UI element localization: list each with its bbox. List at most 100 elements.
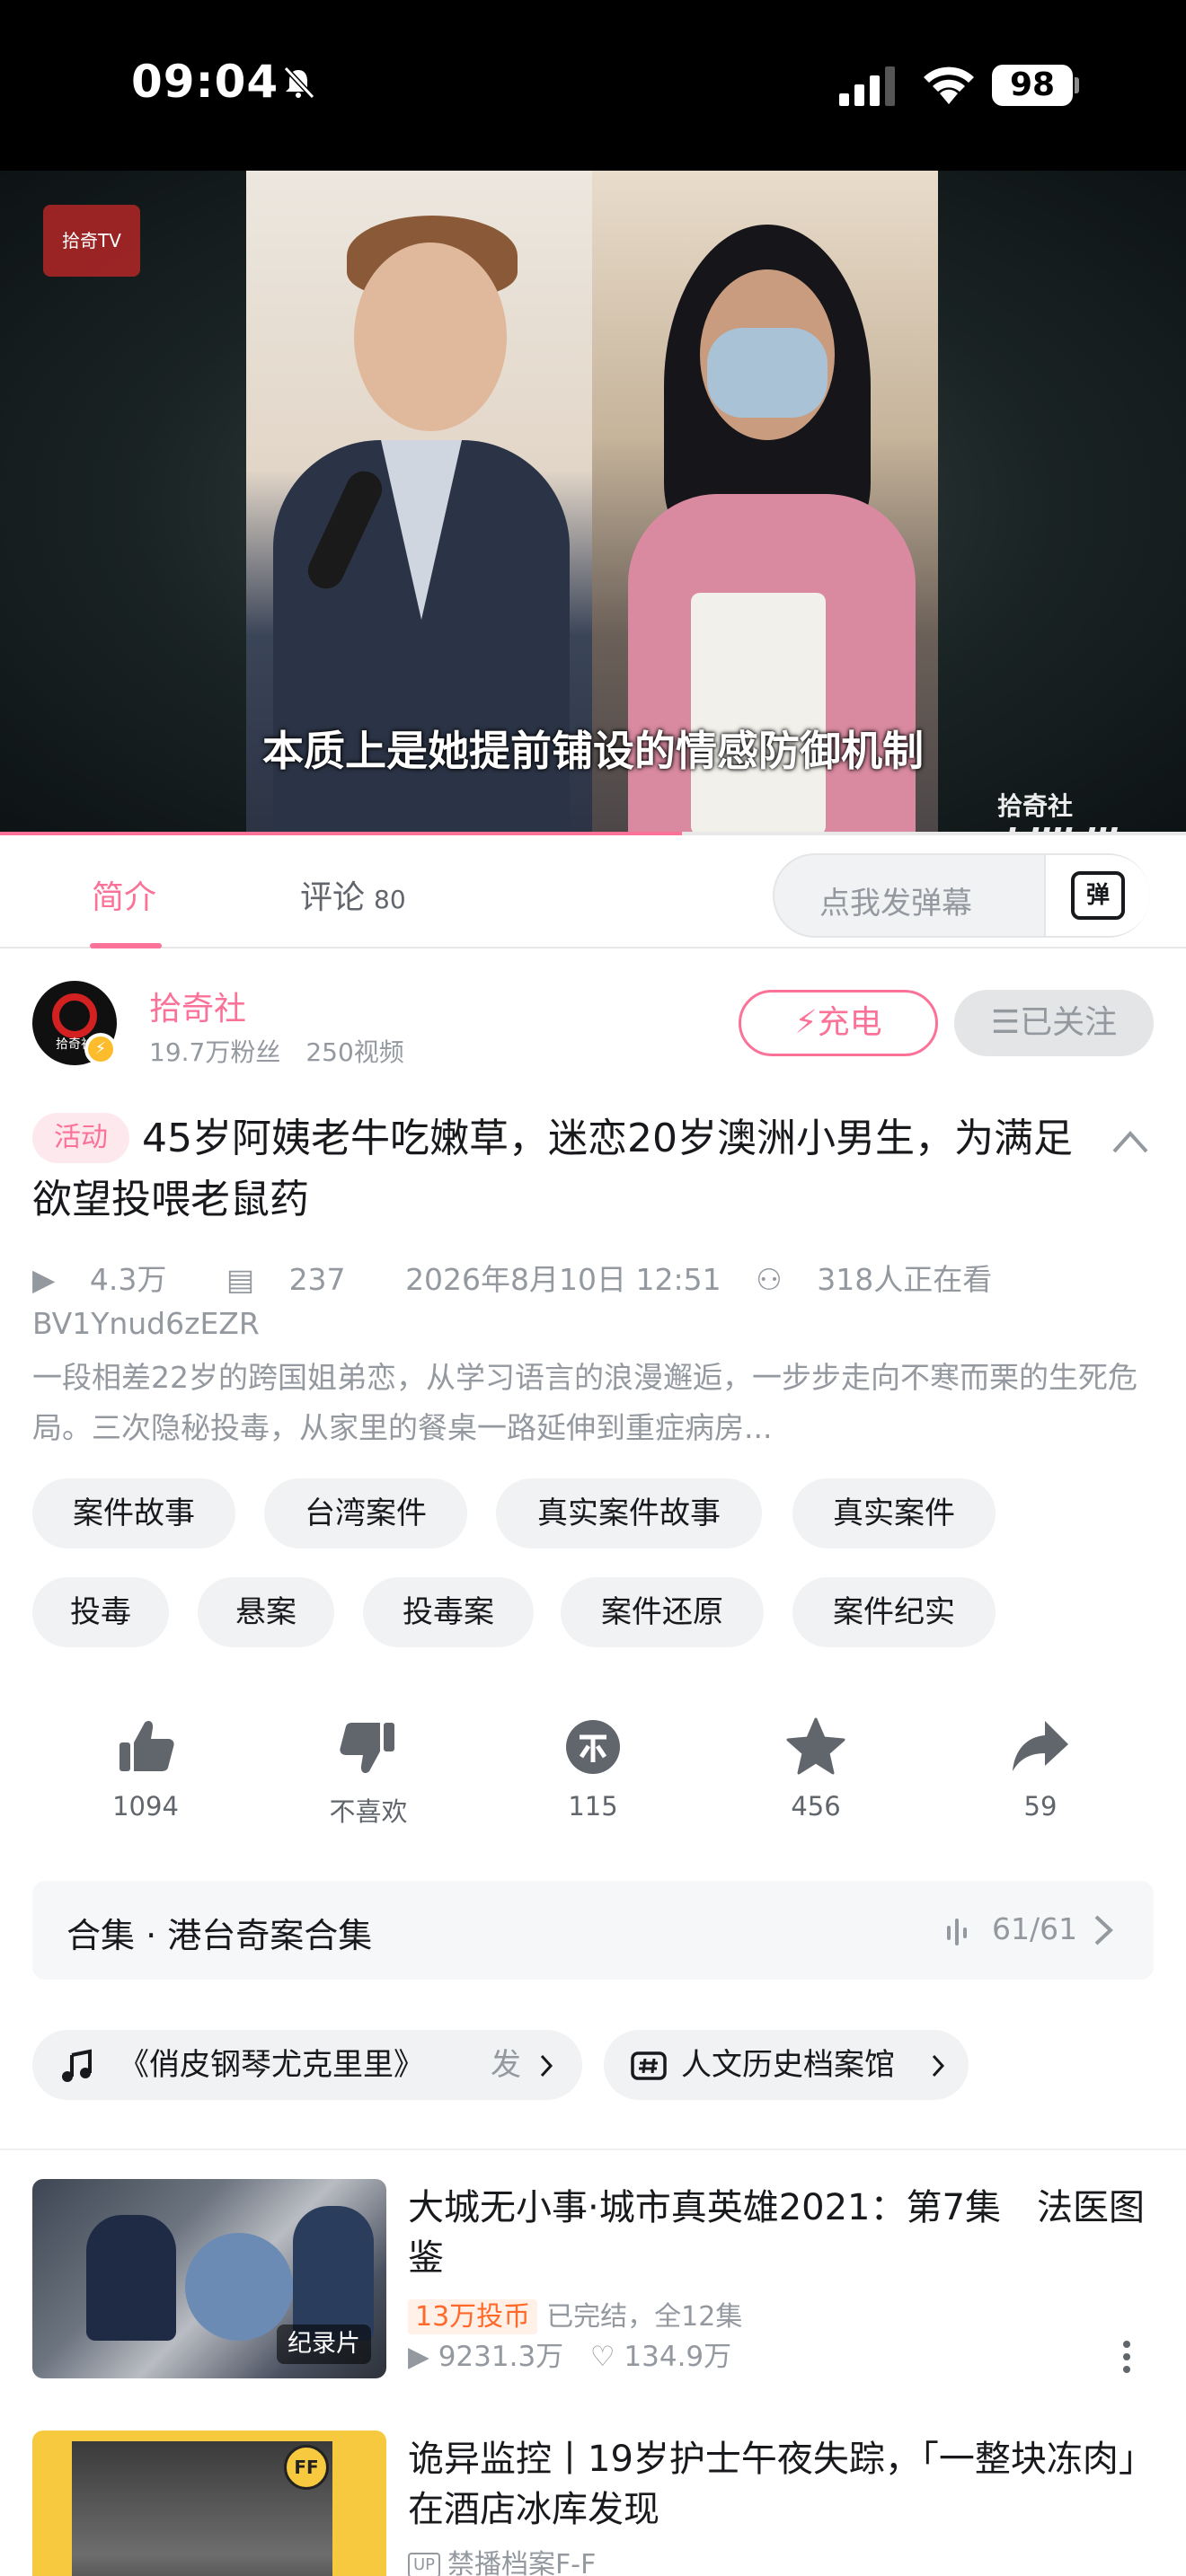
thumbs-down-icon	[340, 1723, 394, 1773]
text-fade	[117, 2030, 138, 2100]
battery-indicator: 98	[992, 65, 1073, 106]
uploader-name[interactable]: 拾奇社	[149, 983, 246, 1029]
follow-button[interactable]: ☰已关注	[954, 990, 1154, 1056]
share-count: 59	[1023, 1791, 1058, 1822]
recommendation-title[interactable]: 诡异监控丨19岁护士午夜失踪，「一整块冻肉」在酒店冰库发现	[408, 2434, 1145, 2535]
danmaku-count: 237	[288, 1262, 346, 1297]
tag-item[interactable]: 真实案件故事	[496, 1478, 762, 1548]
video-description[interactable]: 一段相差22岁的跨国姐弟恋，从学习语言的浪漫邂逅，一步步走向不寒而栗的生死危局。…	[32, 1353, 1155, 1453]
music-title: 《俏皮钢琴尤克里里》	[119, 2047, 424, 2083]
status-time: 09:04	[131, 56, 279, 108]
watching-stat: ⚇ 318人正在看	[756, 1262, 1017, 1297]
recommendation-uploader-name: 禁播档案F-F	[447, 2549, 597, 2576]
views-stat: ▶ 4.3万	[32, 1262, 191, 1297]
heart-icon: ♡	[589, 2341, 615, 2373]
danmaku-toggle-button[interactable]: 弹	[1044, 855, 1150, 936]
recommendation-thumbnail[interactable]: FF	[32, 2430, 386, 2576]
share-button[interactable]: 59	[969, 1716, 1112, 1822]
tag-item[interactable]: 真实案件	[792, 1478, 996, 1548]
recommendation-uploader[interactable]: UP 禁播档案F-F	[408, 2542, 596, 2576]
charge-button[interactable]: ⚡充电	[739, 990, 938, 1056]
tag-item[interactable]: 台湾案件	[264, 1478, 467, 1548]
recommendation-thumbnail[interactable]: 纪录片	[32, 2179, 386, 2378]
video-subtitle: 本质上是她提前铺设的情感防御机制	[262, 727, 924, 775]
coin-icon	[566, 1720, 620, 1774]
recommendation-stats: ▶ 9231.3万 ♡ 134.9万	[408, 2333, 731, 2374]
tab-comments-label: 评论	[300, 879, 366, 916]
recommendation-meta: 13万投币 已完结，全12集	[408, 2294, 743, 2334]
views-count: 4.3万	[89, 1262, 167, 1297]
verified-badge-icon: ⚡	[84, 1033, 117, 1065]
tab-comments-count: 80	[374, 885, 406, 914]
tab-comments[interactable]: 评论 80	[300, 871, 406, 918]
bell-muted-icon	[283, 66, 315, 100]
dislike-label: 不喜欢	[329, 1796, 408, 1827]
star-icon	[786, 1717, 845, 1775]
wifi-icon	[924, 66, 974, 104]
topic-hash-icon	[631, 2051, 667, 2080]
coin-badge: 13万投币	[408, 2299, 538, 2334]
publish-date: 2026年8月10日 12:51	[405, 1262, 721, 1297]
tag-item[interactable]: 案件纪实	[792, 1577, 996, 1647]
audio-bars-icon	[947, 1919, 967, 1945]
collection-bar[interactable]: 合集 · 港台奇案合集 61/61	[32, 1881, 1154, 1980]
recommendation-item[interactable]: FF 诡异监控丨19岁护士午夜失踪，「一整块冻肉」在酒店冰库发现 UP 禁播档案F…	[32, 2430, 1154, 2576]
music-action: 发	[491, 2047, 521, 2083]
recommendation-status: 已完结，全12集	[546, 2301, 743, 2333]
tag-item[interactable]: 悬案	[198, 1577, 334, 1647]
activity-badge[interactable]: 活动	[32, 1113, 129, 1163]
tag-item[interactable]: 投毒	[32, 1577, 169, 1647]
like-count: 1094	[112, 1791, 179, 1822]
watching-icon: ⚇	[756, 1262, 783, 1297]
recommendation-likes: 134.9万	[624, 2341, 732, 2373]
recommendation-item[interactable]: 纪录片 大城无小事·城市真英雄2021：第7集 法医图鉴 13万投币 已完结，全1…	[32, 2179, 1154, 2380]
video-progress-bar[interactable]	[0, 832, 1186, 835]
battery-cap	[1075, 77, 1079, 93]
action-bar: 1094 不喜欢 115 456 59	[0, 1716, 1186, 1841]
chevron-right-icon	[540, 2054, 553, 2078]
video-title-text: 45岁阿姨老牛吃嫩草，迷恋20岁澳洲小男生，为满足欲望投喂老鼠药	[32, 1116, 1073, 1222]
music-note-icon	[62, 2049, 92, 2082]
thumb-figure	[185, 2233, 293, 2341]
danmaku-icon: 弹	[1071, 871, 1125, 920]
tag-item[interactable]: 案件故事	[32, 1478, 235, 1548]
section-divider	[0, 2148, 1186, 2150]
scene-face	[354, 243, 507, 431]
tab-bar: 简介 评论 80 点我发弹幕 弹	[0, 837, 1186, 948]
status-bar: 09:04 98	[0, 0, 1186, 171]
bvid[interactable]: BV1Ynud6zEZR	[32, 1306, 260, 1341]
video-meta: ▶ 4.3万 ▤ 237 2026年8月10日 12:51 ⚇ 318人正在看	[32, 1256, 1042, 1299]
chevron-right-icon	[932, 2054, 945, 2078]
favorite-button[interactable]: 456	[744, 1716, 888, 1822]
thumbnail-tag: 纪录片	[277, 2325, 371, 2364]
coin-button[interactable]: 115	[521, 1716, 665, 1822]
channel-logo: 拾奇TV	[43, 205, 140, 277]
signal-icon	[839, 66, 895, 106]
like-button[interactable]: 1094	[74, 1716, 217, 1822]
coin-count: 115	[568, 1791, 618, 1822]
recommendation-title[interactable]: 大城无小事·城市真英雄2021：第7集 法医图鉴	[408, 2183, 1145, 2283]
dislike-button[interactable]: 不喜欢	[296, 1716, 440, 1829]
video-progress-fill	[0, 832, 682, 835]
tag-item[interactable]: 投毒案	[363, 1577, 534, 1647]
recommendation-views: 9231.3万	[438, 2341, 564, 2373]
danmaku-placeholder: 点我发弹幕	[819, 886, 972, 922]
danmaku-stat: ▤ 237	[226, 1262, 371, 1297]
danmaku-input[interactable]: 点我发弹幕 弹	[773, 853, 1150, 938]
chevron-up-icon[interactable]	[1111, 1128, 1150, 1155]
lightning-icon: ⚡	[794, 1004, 818, 1041]
chevron-right-icon	[1094, 1915, 1113, 1945]
music-chip[interactable]: 《俏皮钢琴尤克里里》 发	[32, 2030, 582, 2100]
video-player[interactable]: 拾奇TV 本质上是她提前铺设的情感防御机制 拾奇社bilibili	[0, 171, 1186, 835]
uploader-stats: 19.7万粉丝 250视频	[149, 1037, 404, 1067]
thumb-figure	[293, 2206, 374, 2341]
more-vertical-icon[interactable]	[1121, 2339, 1132, 2375]
menu-lines-icon: ☰	[990, 1004, 1021, 1041]
tab-intro[interactable]: 简介	[92, 871, 156, 918]
thumbnail-logo: FF	[284, 2445, 329, 2490]
thumb-figure	[86, 2215, 176, 2341]
follow-label: 已关注	[1020, 1004, 1118, 1041]
tag-item[interactable]: 案件还原	[561, 1577, 764, 1647]
share-arrow-icon	[1013, 1721, 1068, 1771]
topic-chip[interactable]: 人文历史档案馆	[604, 2030, 969, 2100]
